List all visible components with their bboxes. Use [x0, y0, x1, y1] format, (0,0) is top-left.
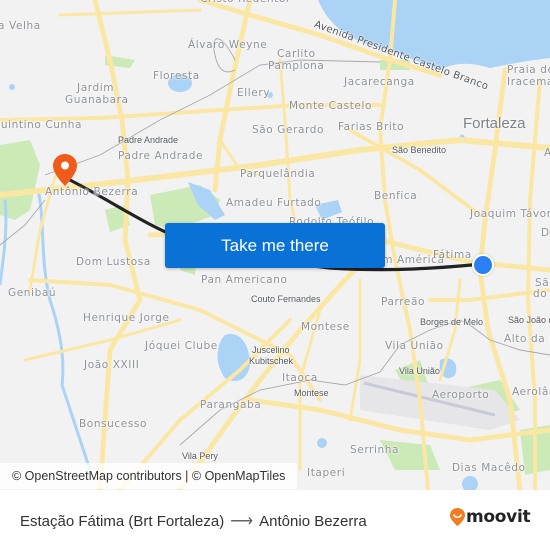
map-attribution: © OpenStreetMap contributors | © OpenMap…: [0, 463, 298, 489]
label-parquelandia: Parquelândia: [240, 168, 316, 180]
label-farias-brito: Farias Brito: [338, 121, 405, 133]
label-henrique-jorge: Henrique Jorge: [83, 312, 170, 324]
moovit-pin-icon: [450, 508, 465, 526]
label-parreao: Parreão: [381, 296, 426, 308]
destination-pin-icon[interactable]: [53, 154, 77, 186]
label-itaperi: Itaperi: [307, 467, 346, 479]
label-dionisio-partial: D: [541, 227, 550, 239]
label-ellery: Ellery: [237, 87, 271, 99]
label-praia-iracema-1: Praia de: [507, 64, 550, 76]
label-aldeota-partial: A: [544, 147, 550, 159]
label-aeroporto: Aeroporto: [432, 389, 490, 401]
label-cristo-redentor: Cristo Redentor: [200, 0, 291, 5]
label-sao-joao-tauape-station: São João do Tauape: [508, 315, 550, 325]
take-me-there-button[interactable]: Take me there: [165, 223, 385, 268]
label-jacarecanga: Jacarecanga: [344, 76, 415, 88]
arrow-right-icon: ⟶: [230, 513, 254, 530]
label-couto-fernandes: Couto Fernandes: [251, 294, 321, 304]
origin-name: Estação Fátima (Brt Fortaleza): [20, 512, 225, 530]
label-vila-uniao: Vila União: [385, 340, 444, 352]
destination-name: Antônio Bezerra: [259, 512, 367, 530]
attribution-text[interactable]: © OpenStreetMap contributors | © OpenMap…: [12, 469, 285, 483]
label-parangaba: Parangaba: [200, 399, 262, 411]
label-pan-americano: Pan Americano: [201, 274, 288, 286]
label-bonsucesso: Bonsucesso: [79, 418, 148, 430]
label-quintino-cunha: Quintino Cunha: [0, 119, 83, 131]
label-fortaleza: Fortaleza: [463, 115, 526, 132]
map[interactable]: Cristo Redentor a Velha Álvaro Weyne Car…: [0, 0, 550, 490]
label-jardim-guanabara-1: Jardim: [77, 82, 115, 94]
label-aerolandia: Aerolândia: [512, 386, 550, 398]
label-alvaro-weyne: Álvaro Weyne: [188, 39, 268, 51]
label-amadeu-furtado: Amadeu Furtado: [226, 197, 322, 209]
label-vila-pery-station: Vila Pery: [182, 451, 218, 461]
label-joaquim-tavora: Joaquim Távora: [470, 208, 550, 220]
label-floresta: Floresta: [153, 70, 200, 82]
label-benfica: Benfica: [374, 190, 418, 202]
label-montese-station: Montese: [294, 388, 329, 398]
label-carlito-pamplona-2: Pamplona: [268, 60, 325, 72]
label-dias-macedo: Dias Macêdo: [452, 462, 526, 474]
label-praia-iracema-2: Iracema: [507, 76, 550, 88]
label-sao-joao-tauape-1: São: [535, 277, 550, 289]
label-barra-velha: a Velha: [0, 20, 41, 32]
label-alto-da-balanca: Alto da Balança: [504, 333, 550, 345]
label-sao-gerardo: São Gerardo: [252, 124, 325, 136]
label-antonio-bezerra: Antônio Bezerra: [45, 186, 139, 198]
label-montese: Montese: [301, 321, 350, 333]
label-itaoca: Itaoca: [282, 372, 318, 384]
label-fatima: Fátima: [433, 249, 472, 261]
moovit-logo[interactable]: moovit: [450, 507, 531, 527]
label-jardim-guanabara-2: Guanabara: [65, 94, 129, 106]
label-joquei-clube: Jóquei Clube: [145, 340, 218, 352]
label-juscelino-2: Kubitschek: [249, 356, 294, 366]
label-monte-castelo: Monte Castelo: [289, 100, 373, 112]
label-genibau: Genibaú: [8, 287, 57, 299]
brand-name: moovit: [466, 507, 531, 527]
label-juscelino-1: Juscelino: [252, 345, 290, 355]
label-serrinha: Serrinha: [350, 444, 400, 456]
origin-marker[interactable]: [472, 254, 494, 276]
label-borges-de-melo: Borges de Melo: [420, 317, 484, 327]
label-padre-andrade: Padre Andrade: [118, 150, 204, 162]
label-padre-andrade-station: Padre Andrade: [118, 135, 179, 145]
label-vila-uniao-station: Vila União: [399, 366, 440, 376]
label-sao-joao-tauape-2: do T: [533, 288, 550, 300]
label-carlito-pamplona-1: Carlito: [277, 48, 316, 60]
label-sao-benedito: São Benedito: [392, 145, 447, 155]
label-dom-lustosa: Dom Lustosa: [76, 256, 151, 268]
route-summary: Estação Fátima (Brt Fortaleza) ⟶ Antônio…: [20, 511, 367, 531]
label-joao-xxiii: João XXIII: [84, 359, 140, 371]
